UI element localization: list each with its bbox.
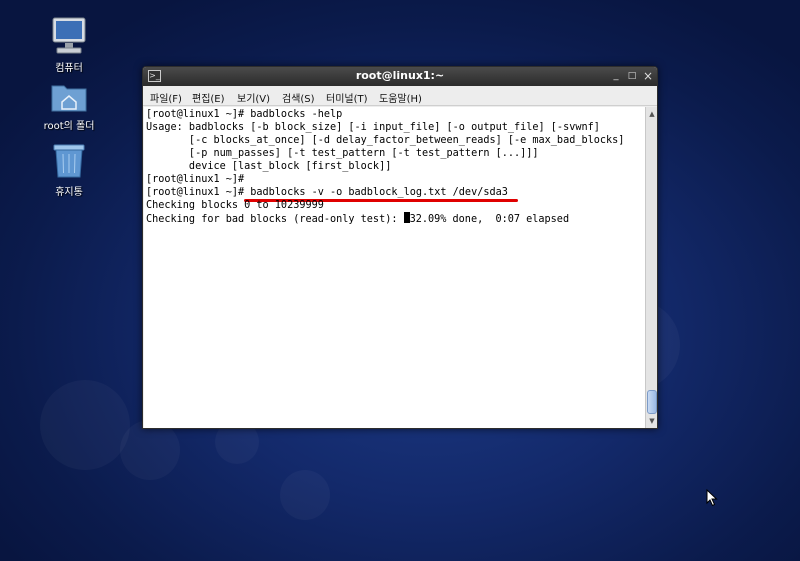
minimize-button[interactable]: _ <box>609 69 623 83</box>
terminal-line: Usage: badblocks [-b block_size] [-i inp… <box>146 122 600 133</box>
desktop-icon-label: root의 폴더 <box>43 121 95 132</box>
terminal-line: [-c blocks_at_once] [-d delay_factor_bet… <box>146 135 625 146</box>
menu-edit[interactable]: 편집(E) <box>192 90 225 105</box>
terminal-line: [root@linux1 ~]# <box>146 174 245 185</box>
menu-search[interactable]: 검색(S) <box>282 90 315 105</box>
terminal-line: [root@linux1 ~]# badblocks -help <box>146 109 343 120</box>
terminal-line: [root@linux1 ~]# badblocks -v -o badbloc… <box>146 187 508 198</box>
computer-icon <box>52 17 86 54</box>
vertical-scrollbar[interactable]: ▲ ▼ <box>645 107 657 428</box>
desktop-icon-trash[interactable]: 휴지통 <box>34 142 104 198</box>
desktop-icon-label: 컴퓨터 <box>55 63 83 74</box>
menu-terminal[interactable]: 터미널(T) <box>326 90 368 105</box>
close-button[interactable]: × <box>641 69 655 83</box>
terminal-progress-line: Checking for bad blocks (read-only test)… <box>146 212 569 225</box>
desktop-icon-home-folder[interactable]: root의 폴더 <box>34 80 104 132</box>
terminal-line: device [last_block [first_block]] <box>146 161 392 172</box>
menu-help[interactable]: 도움말(H) <box>379 90 422 105</box>
desktop-icon-computer[interactable]: 컴퓨터 <box>34 16 104 74</box>
menu-file[interactable]: 파일(F) <box>150 90 182 105</box>
window-title: root@linux1:~ <box>355 69 445 82</box>
terminal-line: Checking blocks 0 to 10239999 <box>146 200 324 211</box>
menu-view[interactable]: 보기(V) <box>237 90 270 105</box>
maximize-button[interactable]: □ <box>625 69 639 83</box>
progress-status: 32.09% done, 0:07 elapsed <box>409 214 570 225</box>
desktop-icon-label: 휴지통 <box>55 187 83 198</box>
mouse-pointer-icon <box>706 489 718 507</box>
trash-icon <box>53 144 85 178</box>
terminal-output[interactable]: [root@linux1 ~]# badblocks -help Usage: … <box>144 107 645 428</box>
scroll-down-arrow-icon[interactable]: ▼ <box>646 415 658 427</box>
title-bar[interactable]: >_ root@linux1:~ _ □ × <box>143 67 657 86</box>
home-folder-icon <box>51 85 87 112</box>
progress-prefix: Checking for bad blocks (read-only test)… <box>146 214 404 225</box>
terminal-window: >_ root@linux1:~ _ □ × 파일(F) 편집(E) 보기(V)… <box>142 66 658 429</box>
scroll-up-arrow-icon[interactable]: ▲ <box>646 108 658 120</box>
scrollbar-thumb[interactable] <box>647 390 657 414</box>
menu-bar: 파일(F) 편집(E) 보기(V) 검색(S) 터미널(T) 도움말(H) <box>143 86 657 106</box>
terminal-line: [-p num_passes] [-t test_pattern [-t tes… <box>146 148 539 159</box>
